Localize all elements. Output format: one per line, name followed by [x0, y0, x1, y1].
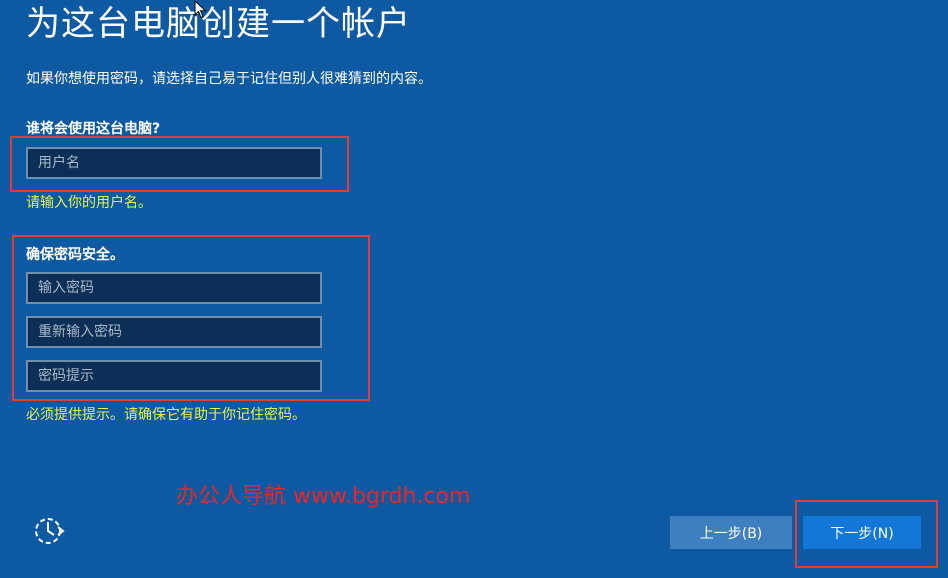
watermark-text: 办公人导航 www.bgrdh.com — [176, 484, 471, 509]
username-section-label: 谁将会使用这台电脑? — [26, 121, 161, 137]
mouse-cursor-icon — [194, 0, 207, 19]
password-hint-input[interactable] — [26, 360, 322, 392]
back-button[interactable]: 上一步(B) — [670, 516, 792, 549]
ease-of-access-icon[interactable] — [32, 514, 66, 548]
username-error-text: 请输入你的用户名。 — [26, 195, 152, 211]
page-title: 为这台电脑创建一个帐户 — [26, 4, 411, 44]
page-subtitle: 如果你想使用密码，请选择自己易于记住但别人很难猜到的内容。 — [26, 71, 432, 87]
password-section-label: 确保密码安全。 — [26, 247, 124, 263]
username-input[interactable] — [26, 147, 322, 179]
confirm-password-input[interactable] — [26, 316, 322, 348]
next-button[interactable]: 下一步(N) — [803, 516, 921, 549]
password-hint-error-text: 必须提供提示。请确保它有助于你记住密码。 — [26, 407, 306, 423]
password-input[interactable] — [26, 272, 322, 304]
